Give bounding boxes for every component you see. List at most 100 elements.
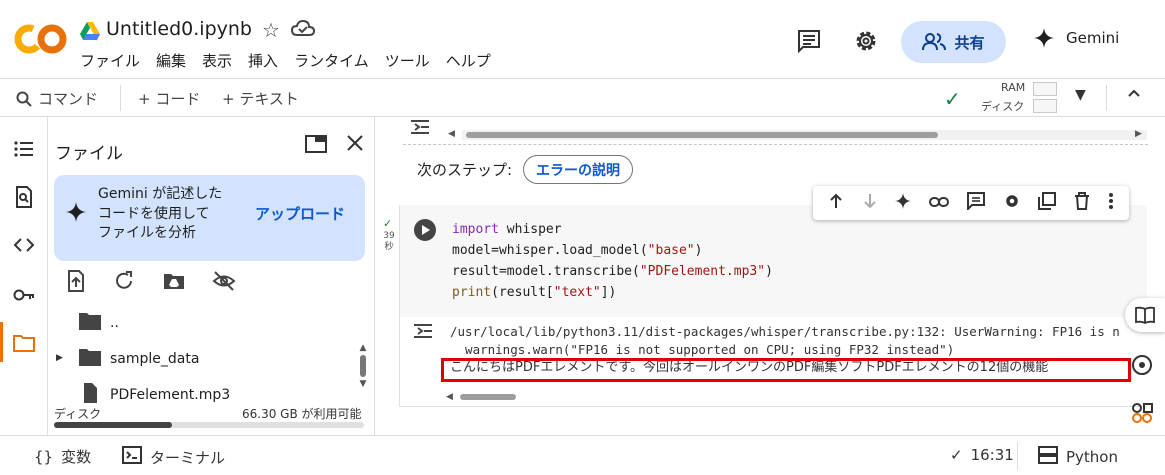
exec-time: 39 秒 <box>383 231 395 252</box>
connected-check-icon: ✓ <box>944 87 961 111</box>
chevron-down-icon[interactable]: ▼ <box>1075 87 1086 103</box>
toolbar-divider <box>120 85 121 111</box>
output-scrollbar[interactable]: ◀ <box>446 392 1146 402</box>
mount-drive-icon[interactable] <box>162 269 186 293</box>
refresh-icon[interactable] <box>112 269 136 293</box>
output-scrollbar[interactable] <box>462 130 1147 140</box>
code-editor[interactable]: import whisper model=whisper.load_model(… <box>452 219 773 303</box>
add-code-button[interactable]: + コード <box>138 88 200 109</box>
chevron-up-icon[interactable] <box>1126 85 1142 106</box>
upload-file-icon[interactable] <box>64 269 88 293</box>
book-icon[interactable] <box>1125 298 1165 332</box>
link-icon[interactable] <box>929 193 950 213</box>
file-name: sample_data <box>110 351 200 367</box>
sparkle-icon[interactable] <box>895 192 912 214</box>
left-rail <box>0 117 48 435</box>
hide-files-icon[interactable] <box>212 269 236 293</box>
output-warning-line: /usr/local/lib/python3.11/dist-packages/… <box>450 324 1120 339</box>
next-steps-label: 次のステップ: <box>417 161 513 179</box>
move-up-icon[interactable] <box>828 192 844 215</box>
menu-runtime[interactable]: ランタイム <box>294 50 369 71</box>
code-snippets-icon[interactable] <box>12 233 36 257</box>
file-item-sample-data[interactable]: sample_data <box>78 347 199 371</box>
output-toggle-icon[interactable] <box>409 117 433 142</box>
scroll-left-icon[interactable]: ◀ <box>448 129 455 139</box>
folder-icon <box>78 347 102 371</box>
variables-button[interactable]: {} 変数 <box>34 446 91 467</box>
scroll-thumb[interactable] <box>466 132 938 138</box>
scroll-thumb[interactable] <box>460 394 516 400</box>
file-name: PDFelement.mp3 <box>110 387 231 403</box>
exec-check-icon: ✓ <box>383 217 393 230</box>
ram-graph <box>1033 82 1057 96</box>
disk-graph <box>1033 99 1057 113</box>
file-item-parent[interactable]: .. <box>78 311 119 335</box>
apps-icon[interactable] <box>1131 402 1153 428</box>
colab-logo[interactable] <box>14 22 68 56</box>
settings-gear-icon[interactable] <box>1003 192 1021 215</box>
more-menu-icon[interactable] <box>1108 192 1114 215</box>
expand-arrow-icon[interactable]: ▶ <box>56 353 63 363</box>
move-down-icon[interactable] <box>862 192 878 215</box>
runtime-info-button[interactable]: Python <box>1038 446 1118 468</box>
comment-icon[interactable] <box>966 191 985 215</box>
open-in-tab-icon[interactable] <box>305 135 327 157</box>
close-icon[interactable] <box>346 134 364 156</box>
command-palette-button[interactable]: コマンド <box>16 88 98 109</box>
terminal-button[interactable]: ターミナル <box>122 446 225 468</box>
delete-icon[interactable] <box>1074 191 1090 215</box>
notebook-area: ◀ ▶ 次のステップ: エラーの説明 ✓ 39 秒 import whisper… <box>375 117 1165 435</box>
active-indicator <box>0 322 3 362</box>
scroll-right-icon[interactable]: ▶ <box>1135 129 1142 139</box>
menu-edit[interactable]: 編集 <box>156 50 186 71</box>
star-icon[interactable]: ☆ <box>262 18 280 42</box>
menu-tools[interactable]: ツール <box>385 50 430 71</box>
status-bar: {} 変数 ターミナル ✓ 16:31 Python <box>0 435 1165 475</box>
braces-icon: {} <box>34 447 54 466</box>
find-replace-icon[interactable] <box>12 185 36 209</box>
output-divider <box>403 144 1148 145</box>
disk-usage-value: 66.30 GB が利用可能 <box>242 407 362 421</box>
gemini-button[interactable]: Gemini <box>1034 28 1119 48</box>
gemini-card-text: Gemini が記述した コードを使用して ファイルを分析 <box>98 186 223 241</box>
notebook-title[interactable]: Untitled0.ipynb <box>106 18 252 40</box>
disk-usage-label: ディスク <box>54 407 102 421</box>
cloud-check-icon[interactable] <box>290 19 316 39</box>
output-toggle-icon[interactable] <box>412 321 436 346</box>
gemini-label: Gemini <box>1066 29 1120 47</box>
files-panel: ファイル Gemini が記述した コードを使用して ファイルを分析 アップロー… <box>48 117 375 435</box>
add-text-button[interactable]: + テキスト <box>222 88 299 109</box>
table-of-contents-icon[interactable] <box>12 137 36 161</box>
folder-icon[interactable] <box>12 331 36 355</box>
comment-icon[interactable] <box>796 28 822 54</box>
sparkle-icon <box>66 202 86 226</box>
terminal-label: ターミナル <box>150 448 226 467</box>
people-icon <box>922 33 947 51</box>
menu-insert[interactable]: 挿入 <box>248 50 278 71</box>
mirror-cell-icon[interactable] <box>1038 191 1057 215</box>
runtime-label: Python <box>1066 448 1118 466</box>
settings-gear-icon[interactable] <box>852 27 880 55</box>
app-header: Untitled0.ipynb ☆ ファイル 編集 表示 挿入 ランタイム ツー… <box>0 0 1165 78</box>
notebook-toolbar: コマンド + コード + テキスト ✓ RAM ディスク ▼ <box>0 78 1165 117</box>
panel-scrollbar[interactable]: ▲ ▼ <box>358 343 368 403</box>
code-cell[interactable]: import whisper model=whisper.load_model(… <box>399 205 1147 317</box>
share-label: 共有 <box>954 33 985 52</box>
server-icon <box>1038 446 1058 468</box>
explain-error-button[interactable]: エラーの説明 <box>523 155 633 184</box>
execution-status[interactable]: ✓ 16:31 <box>950 446 1014 464</box>
menu-file[interactable]: ファイル <box>80 50 140 71</box>
sparkle-icon <box>1034 28 1054 48</box>
scroll-left-icon[interactable]: ◀ <box>446 392 453 402</box>
upload-link[interactable]: アップロード <box>255 203 345 224</box>
menu-view[interactable]: 表示 <box>202 50 232 71</box>
run-cell-button[interactable] <box>414 219 436 241</box>
edit-icon[interactable] <box>1131 354 1155 378</box>
status-divider <box>1017 442 1018 470</box>
disk-usage-bar <box>54 422 364 428</box>
gemini-upload-card: Gemini が記述した コードを使用して ファイルを分析 アップロード <box>54 175 365 261</box>
disk-usage-fill <box>54 422 172 428</box>
share-button[interactable]: 共有 <box>901 21 1006 63</box>
key-icon[interactable] <box>12 283 36 307</box>
menu-help[interactable]: ヘルプ <box>446 50 491 71</box>
